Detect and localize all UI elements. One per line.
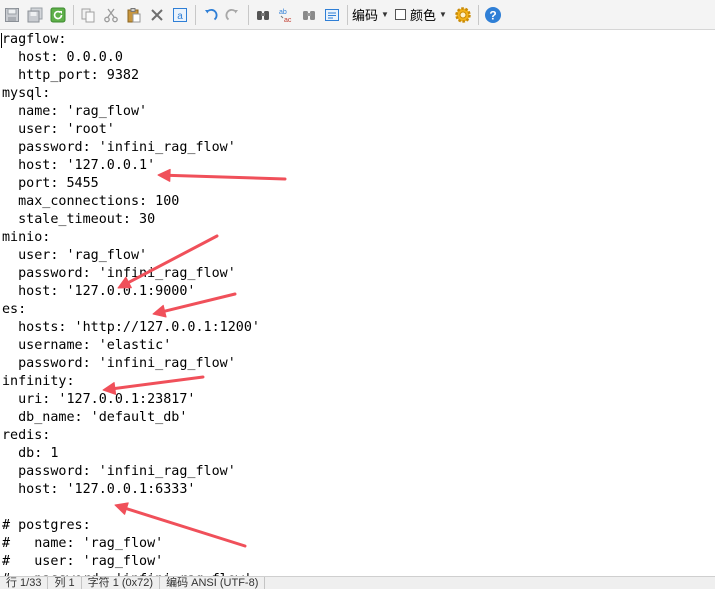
code-line: stale_timeout: 30 (2, 212, 156, 227)
code-line: # name: 'rag_flow' (2, 536, 164, 551)
code-line: user: 'rag_flow' (2, 248, 148, 263)
find-icon[interactable] (253, 4, 273, 26)
code-line: es: (2, 302, 27, 317)
code-line: infinity: (2, 374, 75, 389)
color-menu-label: 颜色 (409, 8, 436, 23)
goto-icon[interactable] (322, 4, 342, 26)
code-line: minio: (2, 230, 51, 245)
code-line: host: '127.0.0.1:9000' (2, 284, 196, 299)
copy-icon[interactable] (78, 4, 98, 26)
code-line: max_connections: 100 (2, 194, 180, 209)
code-line: host: 0.0.0.0 (2, 50, 123, 65)
encoding-menu-label: 编码 (352, 8, 379, 23)
svg-text:ab: ab (279, 9, 287, 16)
find-in-files-icon[interactable] (299, 4, 319, 26)
code-line: user: 'root' (2, 122, 115, 137)
code-line: password: 'infini_rag_flow' (2, 266, 236, 281)
status-segment: 列 1 (48, 577, 82, 589)
code-line: hosts: 'http://127.0.0.1:1200' (2, 320, 260, 335)
code-line: name: 'rag_flow' (2, 104, 148, 119)
code-line: ragflow: (2, 32, 67, 47)
delete-icon[interactable] (147, 4, 167, 26)
code-line: # postgres: (2, 518, 91, 533)
toolbar-separator (195, 4, 196, 25)
select-all-icon[interactable]: a (170, 4, 190, 26)
color-menu[interactable]: 颜色 ▼ (394, 5, 447, 24)
code-line: password: 'infini_rag_flow' (2, 140, 236, 155)
replace-icon[interactable]: ab ac (276, 4, 296, 26)
undo-icon[interactable] (200, 4, 220, 26)
code-line: port: 5455 (2, 176, 99, 191)
toolbar-separator (248, 4, 249, 25)
save-all-icon[interactable] (25, 4, 45, 26)
status-segment: 编码 ANSI (UTF-8) (160, 577, 266, 589)
code-line: username: 'elastic' (2, 338, 172, 353)
status-segment: 字符 1 (0x72) (82, 577, 161, 589)
toolbar: a ab ac 编码 ▼ 颜色 ▼ ? (0, 0, 715, 30)
code-line: host: '127.0.0.1:6333' (2, 482, 196, 497)
reload-icon[interactable] (48, 4, 68, 26)
encoding-menu[interactable]: 编码 ▼ (352, 5, 389, 24)
color-checkbox[interactable] (394, 9, 406, 20)
svg-text:a: a (177, 11, 183, 22)
code-area[interactable]: ragflow: host: 0.0.0.0 http_port: 9382 my… (0, 31, 715, 576)
svg-text:?: ? (489, 8, 496, 22)
code-line: db_name: 'default_db' (2, 410, 188, 425)
code-line: db: 1 (2, 446, 59, 461)
chevron-down-icon: ▼ (381, 10, 389, 19)
chevron-down-icon: ▼ (438, 10, 447, 19)
paste-icon[interactable] (124, 4, 144, 26)
help-icon[interactable]: ? (483, 4, 503, 26)
code-line: # user: 'rag_flow' (2, 554, 164, 569)
code-line: host: '127.0.0.1' (2, 158, 156, 173)
text-cursor (1, 33, 2, 48)
code-line: password: 'infini_rag_flow' (2, 356, 236, 371)
cut-icon[interactable] (101, 4, 121, 26)
toolbar-separator (477, 4, 479, 25)
toolbar-separator (347, 4, 348, 25)
svg-text:ac: ac (284, 17, 292, 23)
code-line: redis: (2, 428, 51, 443)
status-segment: 行 1/33 (0, 577, 49, 589)
code-line: mysql: (2, 86, 51, 101)
code-line: password: 'infini_rag_flow' (2, 464, 236, 479)
code-line: uri: '127.0.0.1:23817' (2, 392, 196, 407)
toolbar-separator (73, 4, 74, 25)
status-bar: 行 1/33 列 1 字符 1 (0x72) 编码 ANSI (UTF-8) (0, 576, 715, 589)
gear-icon[interactable] (453, 4, 473, 26)
redo-icon[interactable] (223, 4, 243, 26)
save-icon[interactable] (2, 4, 22, 26)
text-editor[interactable]: ragflow: host: 0.0.0.0 http_port: 9382 my… (0, 31, 715, 576)
code-line: http_port: 9382 (2, 68, 140, 83)
